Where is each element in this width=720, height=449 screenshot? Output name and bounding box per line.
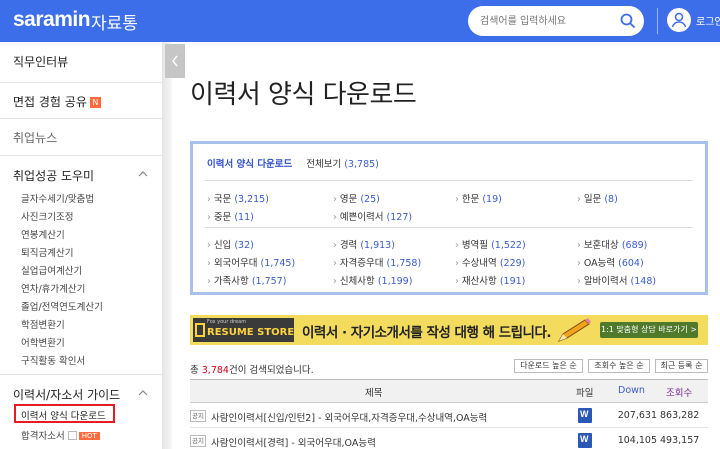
login-link[interactable]: 로그인 xyxy=(696,13,720,28)
category-property[interactable]: 재산사항 (191) xyxy=(455,273,526,287)
sidebar-link-unemployment-calc[interactable]: 실업급여계산기 xyxy=(21,263,82,277)
service-name[interactable]: 자료통 xyxy=(91,9,138,34)
sidebar-link-photo-resize[interactable]: 사진크기조정 xyxy=(21,209,73,223)
category-japanese[interactable]: 일문 (8) xyxy=(577,191,618,205)
sidebar-collapse-button[interactable] xyxy=(165,44,185,78)
search-input[interactable] xyxy=(480,12,620,30)
column-file: 파일 xyxy=(576,388,594,399)
table-row[interactable]: 공지 사람인이력서[경력] - 외국어우대,OA능력 W 104,105 493… xyxy=(190,430,708,449)
logo-tagline: Fox your dream xyxy=(207,319,247,325)
sidebar-link-spellcheck[interactable]: 글자수세기/맞춤법 xyxy=(21,191,94,205)
new-badge: N xyxy=(89,97,101,108)
column-down[interactable]: Down xyxy=(618,385,645,396)
chevron-up-icon[interactable] xyxy=(138,171,148,177)
sidebar-edge xyxy=(162,42,172,449)
category-foreign-language[interactable]: 외국어우대 (1,745) xyxy=(207,255,295,269)
divider xyxy=(0,82,162,83)
saramin-logo[interactable]: saramin xyxy=(13,8,91,32)
category-awards[interactable]: 수상내역 (229) xyxy=(455,255,526,269)
search-icon[interactable] xyxy=(620,13,636,29)
resume-store-mark-icon xyxy=(195,323,205,337)
sidebar-item-news[interactable]: 취업뉴스 xyxy=(13,129,57,146)
section-title-resume-guide[interactable]: 이력서/자소서 가이드 xyxy=(13,386,120,403)
category-chinese[interactable]: 중문 (11) xyxy=(207,209,254,223)
result-count: 3,784 xyxy=(201,365,229,376)
sidebar-link-leave-calc[interactable]: 연차/휴가계산기 xyxy=(21,281,85,295)
sort-by-views-button[interactable]: 조회수 높은 순 xyxy=(588,359,650,373)
category-experienced[interactable]: 경력 (1,913) xyxy=(333,237,395,251)
new-window-icon xyxy=(67,431,77,440)
row-views: 863,282 xyxy=(660,410,700,421)
banner-text: 이력서 · 자기소개서를 작성 대행 해 드립니다. xyxy=(302,325,552,341)
sidebar-link-gpa-converter[interactable]: 학점변환기 xyxy=(21,317,65,331)
divider xyxy=(205,227,693,228)
chevron-left-icon xyxy=(172,55,178,67)
sort-by-recent-button[interactable]: 최근 등록 순 xyxy=(655,359,708,373)
top-header: saramin 자료통 로그인 xyxy=(0,0,720,42)
logo-text: RESUME STORE xyxy=(207,327,295,338)
tab-all-count: (3,785) xyxy=(344,159,379,170)
header-divider xyxy=(657,8,658,34)
row-title[interactable]: 사람인이력서[경력] - 외국어우대,OA능력 xyxy=(211,435,376,449)
consult-button[interactable]: 1:1 맞춤형 상담 바로가기 > xyxy=(600,322,698,338)
sort-by-downloads-button[interactable]: 다운로드 높은 순 xyxy=(514,359,583,373)
tab-all[interactable]: 전체보기 (3,785) xyxy=(306,159,379,170)
category-oa[interactable]: OA능력 (604) xyxy=(577,255,644,269)
category-korean[interactable]: 국문 (3,215) xyxy=(207,191,269,205)
sidebar-link-resume-download[interactable]: 이력서 양식 다운로드 xyxy=(21,408,106,422)
row-downloads: 104,105 xyxy=(617,435,657,446)
category-part-time[interactable]: 알바이력서 (148) xyxy=(577,273,656,287)
tab-resume-download[interactable]: 이력서 양식 다운로드 xyxy=(207,159,292,170)
row-views: 493,157 xyxy=(660,435,700,446)
category-english[interactable]: 영문 (25) xyxy=(333,191,380,205)
category-veterans[interactable]: 보훈대상 (689) xyxy=(577,237,648,251)
word-file-icon[interactable]: W xyxy=(578,433,592,448)
word-file-icon[interactable]: W xyxy=(578,408,592,423)
resume-store-banner[interactable]: Fox your dream RESUME STORE 이력서 · 자기소개서를… xyxy=(190,315,708,345)
sidebar-link-language-converter[interactable]: 어학변환기 xyxy=(21,335,65,349)
sidebar-link-severance-calc[interactable]: 퇴직금계산기 xyxy=(21,245,73,259)
pencil-icon xyxy=(557,318,591,342)
row-title[interactable]: 사람인이력서[신입/인턴2] - 외국어우대,자격증우대,수상내역,OA능력 xyxy=(211,410,487,424)
sidebar-link-label: 합격자소서 xyxy=(21,431,65,442)
notice-badge: 공지 xyxy=(190,435,206,447)
category-certificate[interactable]: 자격증우대 (1,758) xyxy=(333,255,421,269)
category-physical[interactable]: 신체사항 (1,199) xyxy=(333,273,413,287)
search-box[interactable] xyxy=(468,6,644,36)
divider xyxy=(0,118,162,119)
category-filter-box: 이력서 양식 다운로드 전체보기 (3,785) 국문 (3,215) 영문 (2… xyxy=(190,141,708,295)
chevron-up-icon[interactable] xyxy=(138,390,148,396)
result-summary: 총 3,784건이 검색되었습니다. xyxy=(190,365,314,376)
divider xyxy=(0,155,162,156)
table-header: 제목 파일 Down 조회수 xyxy=(190,379,708,403)
notice-badge: 공지 xyxy=(190,410,206,422)
sidebar-link-salary-calc[interactable]: 연봉계산기 xyxy=(21,227,65,241)
sidebar-link-graduation-calc[interactable]: 졸업/전역연도계산기 xyxy=(21,299,103,313)
divider xyxy=(205,180,693,181)
category-pretty-resume[interactable]: 예쁜이력서 (127) xyxy=(333,209,412,223)
sidebar-link-job-search-cert[interactable]: 구직활동 확인서 xyxy=(21,353,85,367)
section-title-helper[interactable]: 취업성공 도우미 xyxy=(13,167,94,184)
category-military[interactable]: 병역필 (1,522) xyxy=(455,237,526,251)
category-family[interactable]: 가족사항 (1,757) xyxy=(207,273,287,287)
sidebar-item-interview-share[interactable]: 면접 경험 공유 N xyxy=(13,93,101,110)
hot-badge: HOT xyxy=(78,432,100,440)
column-title: 제목 xyxy=(365,388,383,399)
category-tabs: 이력서 양식 다운로드 전체보기 (3,785) xyxy=(207,156,379,170)
column-views[interactable]: 조회수 xyxy=(666,385,692,399)
divider xyxy=(0,374,162,375)
category-entry[interactable]: 신입 (32) xyxy=(207,237,254,251)
sidebar-item-interview[interactable]: 직무인터뷰 xyxy=(13,53,68,70)
row-downloads: 207,631 xyxy=(617,410,657,421)
tab-all-label: 전체보기 xyxy=(306,159,342,170)
page-title: 이력서 양식 다운로드 xyxy=(190,80,417,110)
table-row[interactable]: 공지 사람인이력서[신입/인턴2] - 외국어우대,자격증우대,수상내역,OA능… xyxy=(190,405,708,428)
sidebar-link-cover-letter[interactable]: 합격자소서 HOT xyxy=(21,428,100,442)
resume-store-logo: Fox your dream RESUME STORE xyxy=(193,318,294,342)
sidebar-item-label: 면접 경험 공유 xyxy=(13,95,87,109)
user-icon[interactable] xyxy=(667,8,691,32)
category-chinese-char[interactable]: 한문 (19) xyxy=(455,191,502,205)
